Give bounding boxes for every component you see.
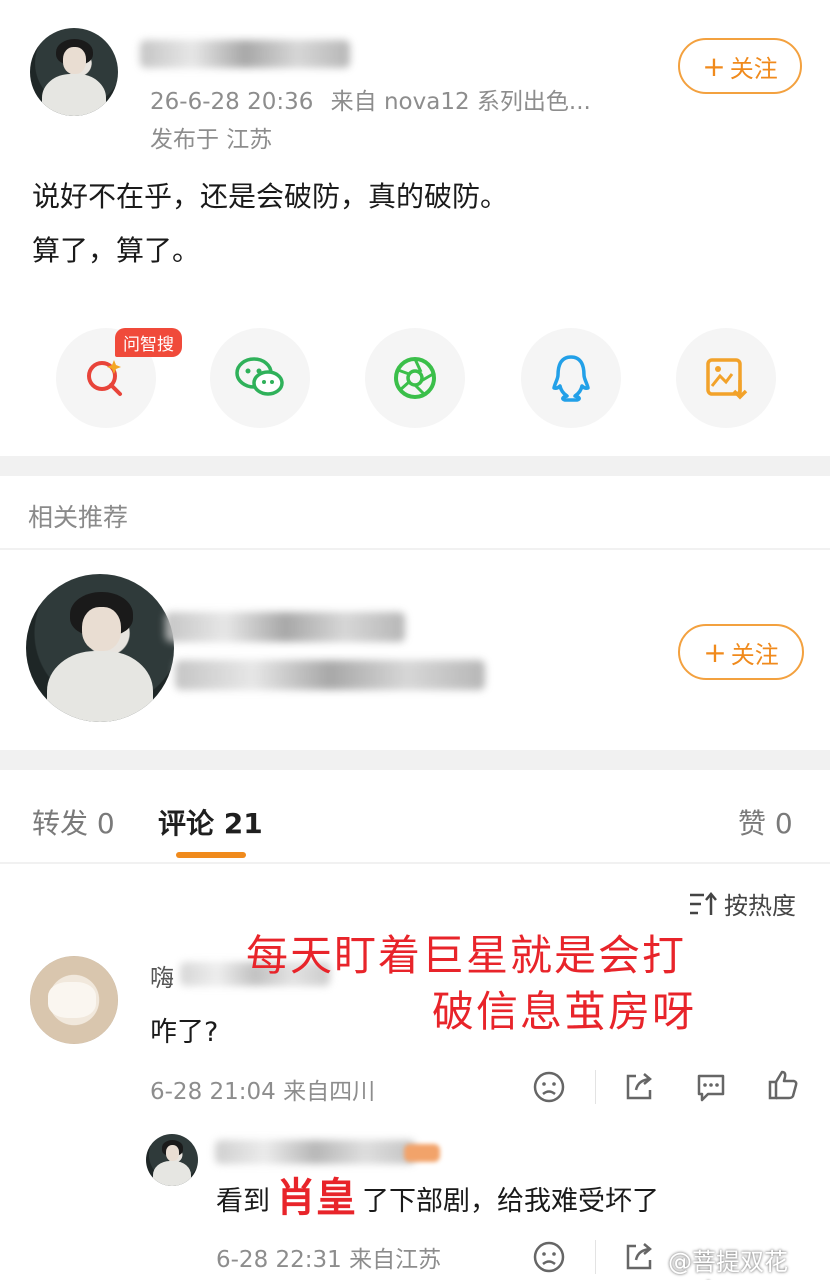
plus-icon: + xyxy=(702,49,726,83)
author-name-blurred[interactable] xyxy=(140,40,350,68)
weibo-watermark: @菩提双花yyds xyxy=(668,1248,788,1280)
sort-icon xyxy=(690,891,717,915)
reply-text: 看到 肖皇 了下部剧，给我难受坏了 xyxy=(216,1178,659,1218)
post-location: 发布于 江苏 xyxy=(150,127,273,153)
qq-icon xyxy=(552,355,590,402)
share-icon[interactable] xyxy=(622,1240,656,1274)
reply-name-blurred[interactable] xyxy=(215,1140,415,1164)
section-divider xyxy=(0,456,830,476)
dislike-icon[interactable] xyxy=(532,1240,566,1274)
active-tab-indicator xyxy=(176,852,246,858)
tab-likes[interactable]: 赞 0 xyxy=(738,802,793,842)
tab-repost[interactable]: 转发 0 xyxy=(32,802,115,842)
search-ai-icon xyxy=(87,360,122,396)
commenter-avatar[interactable] xyxy=(30,956,118,1044)
reply-highlight: 肖皇 xyxy=(276,1175,356,1221)
post-timestamp: 26-6-28 20:36 xyxy=(150,89,314,115)
author-avatar[interactable] xyxy=(30,28,118,116)
reply-badge-blurred xyxy=(404,1144,440,1162)
like-icon[interactable] xyxy=(766,1068,800,1102)
save-image-icon xyxy=(706,358,748,400)
dislike-icon[interactable] xyxy=(532,1070,566,1104)
thin-divider xyxy=(0,548,830,550)
overlay-caption-line1: 每天盯着巨星就是会打 xyxy=(246,931,687,980)
post-text-line2: 算了，算了。 xyxy=(32,234,201,267)
reply-icon[interactable] xyxy=(694,1070,728,1104)
wechat-icon xyxy=(235,357,284,396)
recommended-avatar[interactable] xyxy=(26,574,174,722)
recommended-follow-button[interactable]: + 关注 xyxy=(678,624,804,680)
moments-icon xyxy=(394,357,436,399)
recommended-name-blurred[interactable] xyxy=(165,612,405,642)
action-separator xyxy=(595,1070,596,1104)
ai-search-badge: 问智搜 xyxy=(115,328,182,357)
share-icon[interactable] xyxy=(622,1070,656,1104)
comment-meta: 6-28 21:04 来自四川 xyxy=(150,1079,376,1105)
sort-toggle[interactable]: 按热度 xyxy=(688,886,796,921)
reply-text-after: 了下部剧，给我难受坏了 xyxy=(362,1185,659,1217)
recommended-desc-blurred xyxy=(175,660,485,690)
overlay-caption-line2: 破信息茧房呀 xyxy=(432,987,697,1036)
post-meta: 26-6-28 20:36 来自 nova12 系列出色... xyxy=(150,82,591,116)
post-text-line1: 说好不在乎，还是会破防，真的破防。 xyxy=(32,180,509,213)
related-header: 相关推荐 xyxy=(28,503,129,532)
qq-share-button[interactable] xyxy=(521,328,621,428)
wechat-share-button[interactable] xyxy=(210,328,310,428)
follow-button[interactable]: + 关注 xyxy=(678,38,802,94)
plus-icon: + xyxy=(703,635,727,669)
commenter-name[interactable]: 嗨 xyxy=(150,958,174,993)
comment-text: 咋了? xyxy=(150,1017,219,1048)
action-separator xyxy=(595,1240,596,1274)
sort-label: 按热度 xyxy=(724,892,796,920)
reply-avatar[interactable] xyxy=(146,1134,198,1186)
tab-comments[interactable]: 评论 21 xyxy=(158,802,263,842)
section-divider xyxy=(0,750,830,770)
moments-share-button[interactable] xyxy=(365,328,465,428)
post-source: 来自 nova12 系列出色... xyxy=(330,89,591,115)
reply-text-before: 看到 xyxy=(216,1185,270,1217)
save-image-button[interactable] xyxy=(676,328,776,428)
reply-meta: 6-28 22:31 来自江苏 xyxy=(216,1247,442,1273)
post-body: 说好不在乎，还是会破防，真的破防。 算了，算了。 xyxy=(32,170,508,278)
thin-divider xyxy=(0,862,830,864)
